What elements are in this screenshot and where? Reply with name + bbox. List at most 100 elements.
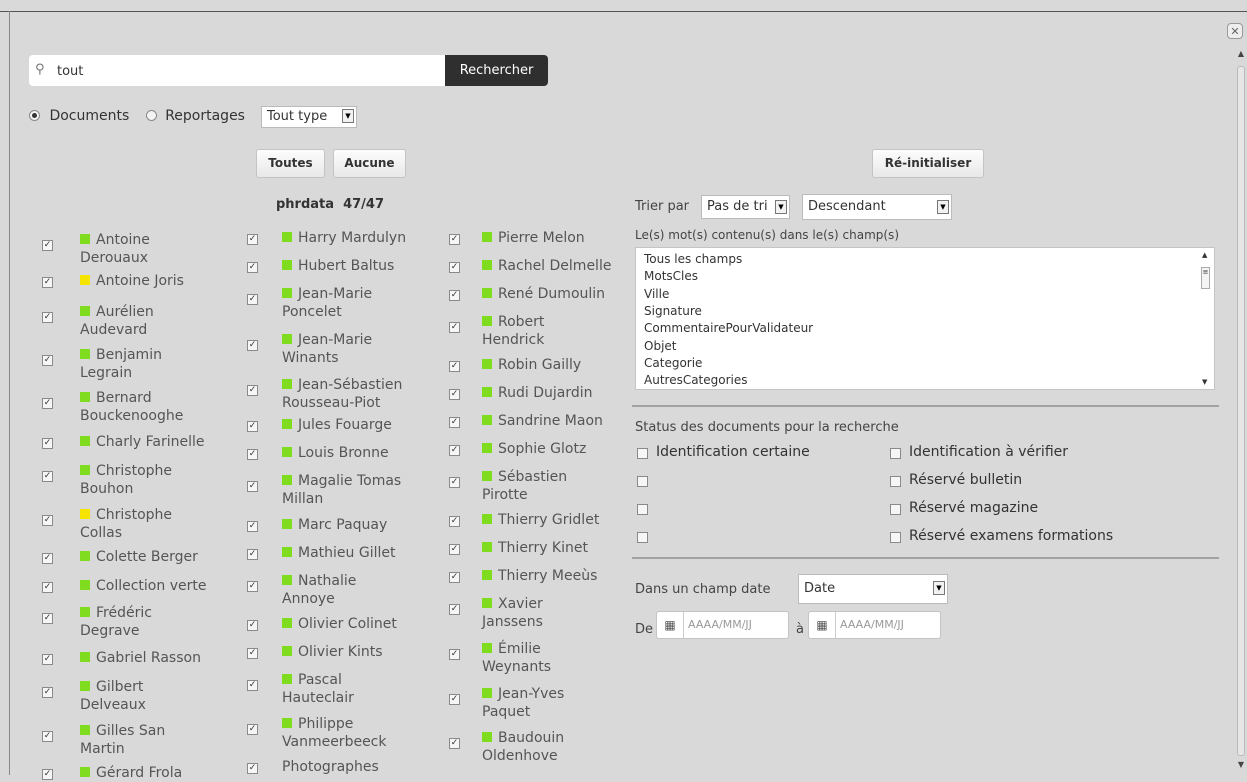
photographer-item[interactable]: Frédéric Degrave (80, 604, 152, 640)
photographer-item[interactable]: Mathieu Gillet (282, 544, 395, 562)
photographer-item[interactable]: Colette Berger (80, 548, 198, 566)
photographer-item[interactable]: Philippe Vanmeerbeeck (282, 715, 386, 751)
photographer-checkbox[interactable]: ✓ (42, 471, 53, 482)
field-option[interactable]: Ville (644, 287, 669, 301)
photographer-checkbox[interactable]: ✓ (247, 421, 258, 432)
photographer-checkbox[interactable]: ✓ (247, 724, 258, 735)
photographer-item[interactable]: Sandrine Maon (482, 412, 603, 430)
photographer-checkbox[interactable]: ✓ (247, 581, 258, 592)
scroll-up-arrow-icon[interactable]: ▲ (1235, 48, 1247, 60)
photographer-checkbox[interactable]: ✓ (247, 549, 258, 560)
listbox-scrollbar[interactable]: ▲ ≡ ▼ (1199, 249, 1213, 388)
photographer-checkbox[interactable]: ✓ (42, 613, 53, 624)
photographer-checkbox[interactable]: ✓ (449, 322, 460, 333)
photographer-checkbox[interactable]: ✓ (42, 515, 53, 526)
field-option[interactable]: MotsCles (644, 269, 698, 283)
photographer-checkbox[interactable]: ✓ (247, 385, 258, 396)
photographer-checkbox[interactable]: ✓ (449, 516, 460, 527)
photographer-checkbox[interactable]: ✓ (449, 572, 460, 583)
photographer-item[interactable]: Antoine Derouaux (80, 231, 150, 267)
status-option-label[interactable]: Identification certaine (656, 444, 810, 460)
photographer-item[interactable]: Jean-Marie Poncelet (282, 285, 372, 321)
status-checkbox[interactable] (637, 448, 648, 459)
type-select[interactable]: Tout type ▼ (261, 106, 357, 128)
field-option[interactable]: Tous les champs (644, 252, 742, 266)
photographer-checkbox[interactable]: ✓ (449, 417, 460, 428)
photographer-item[interactable]: Olivier Kints (282, 643, 383, 661)
photographer-item[interactable]: Robert Hendrick (482, 313, 544, 349)
photographer-checkbox[interactable]: ✓ (42, 355, 53, 366)
status-checkbox[interactable] (890, 476, 901, 487)
photographer-item[interactable]: Robin Gailly (482, 356, 581, 374)
photographer-item[interactable]: Gilbert Delveaux (80, 678, 146, 714)
documents-radio[interactable] (29, 110, 40, 121)
photographer-checkbox[interactable]: ✓ (42, 438, 53, 449)
photographer-checkbox[interactable]: ✓ (247, 481, 258, 492)
photographer-item[interactable]: Xavier Janssens (482, 595, 543, 631)
photographer-checkbox[interactable]: ✓ (449, 738, 460, 749)
photographer-item[interactable]: Bernard Bouckenooghe (80, 389, 183, 425)
photographer-checkbox[interactable]: ✓ (449, 290, 460, 301)
photographer-item[interactable]: Christophe Collas (80, 506, 172, 542)
status-checkbox[interactable] (637, 532, 648, 543)
photographer-item[interactable]: Jean-Sébastien Rousseau-Piot (282, 376, 402, 412)
photographer-checkbox[interactable]: ✓ (247, 340, 258, 351)
date-from-input[interactable]: ▦ AAAA/MM/JJ (656, 611, 789, 639)
date-field-select[interactable]: Date ▼ (798, 574, 948, 604)
photographer-checkbox[interactable]: ✓ (449, 694, 460, 705)
photographer-checkbox[interactable]: ✓ (247, 234, 258, 245)
photographer-item[interactable]: Thierry Meeùs (482, 567, 597, 585)
photographer-item[interactable]: Gilles San Martin (80, 722, 165, 758)
page-scrollbar[interactable]: ▲ ▼ (1235, 48, 1247, 775)
photographer-checkbox[interactable]: ✓ (449, 262, 460, 273)
photographer-checkbox[interactable]: ✓ (449, 361, 460, 372)
photographer-item[interactable]: Émilie Weynants (482, 640, 551, 676)
photographer-checkbox[interactable]: ✓ (247, 449, 258, 460)
sort-field-select[interactable]: Pas de tri ▼ (701, 195, 790, 219)
photographer-checkbox[interactable]: ✓ (449, 544, 460, 555)
status-checkbox[interactable] (637, 504, 648, 515)
photographer-item[interactable]: Jean-Marie Winants (282, 331, 372, 367)
photographer-checkbox[interactable]: ✓ (42, 398, 53, 409)
photographer-item[interactable]: Rachel Delmelle (482, 257, 611, 275)
photographer-item[interactable]: Gabriel Rasson (80, 649, 201, 667)
photographer-checkbox[interactable]: ✓ (247, 648, 258, 659)
photographer-item[interactable]: Magalie Tomas Millan (282, 472, 401, 508)
photographer-checkbox[interactable]: ✓ (449, 649, 460, 660)
photographer-item[interactable]: Antoine Joris (80, 272, 184, 290)
photographer-item[interactable]: Aurélien Audevard (80, 303, 154, 339)
calendar-icon[interactable]: ▦ (809, 612, 836, 638)
photographer-checkbox[interactable]: ✓ (449, 477, 460, 488)
photographer-item[interactable]: Marc Paquay (282, 516, 387, 534)
photographer-item[interactable]: René Dumoulin (482, 285, 605, 303)
listbox-scroll-thumb[interactable]: ≡ (1201, 267, 1210, 289)
photographer-checkbox[interactable]: ✓ (42, 731, 53, 742)
photographer-item[interactable]: Benjamin Legrain (80, 346, 162, 382)
photographer-checkbox[interactable]: ✓ (42, 277, 53, 288)
scrollbar-thumb[interactable] (1237, 66, 1245, 756)
photographer-checkbox[interactable]: ✓ (42, 654, 53, 665)
photographer-item[interactable]: Harry Mardulyn (282, 229, 406, 247)
photographer-checkbox[interactable]: ✓ (449, 234, 460, 245)
reportages-radio[interactable] (145, 110, 157, 121)
search-input[interactable] (55, 60, 439, 82)
photographer-checkbox[interactable]: ✓ (449, 604, 460, 615)
reset-button[interactable]: Ré-initialiser (872, 149, 984, 178)
photographer-item[interactable]: Sophie Glotz (482, 440, 586, 458)
photographer-checkbox[interactable]: ✓ (449, 445, 460, 456)
select-none-button[interactable]: Aucune (333, 149, 406, 178)
photographer-checkbox[interactable]: ✓ (247, 294, 258, 305)
calendar-icon[interactable]: ▦ (657, 612, 684, 638)
status-checkbox[interactable] (637, 476, 648, 487)
sort-order-select[interactable]: Descendant ▼ (802, 194, 952, 220)
photographer-checkbox[interactable]: ✓ (247, 680, 258, 691)
photographer-checkbox[interactable]: ✓ (42, 240, 53, 251)
photographer-checkbox[interactable]: ✓ (42, 312, 53, 323)
field-option[interactable]: CommentairePourValidateur (644, 321, 813, 335)
status-option-label[interactable]: Identification à vérifier (909, 444, 1068, 460)
scroll-up-arrow-icon[interactable]: ▲ (1202, 251, 1207, 259)
photographer-item[interactable]: Thierry Gridlet (482, 511, 599, 529)
photographer-item[interactable]: Pierre Melon (482, 229, 585, 247)
photographer-checkbox[interactable]: ✓ (247, 763, 258, 774)
photographer-checkbox[interactable]: ✓ (247, 262, 258, 273)
